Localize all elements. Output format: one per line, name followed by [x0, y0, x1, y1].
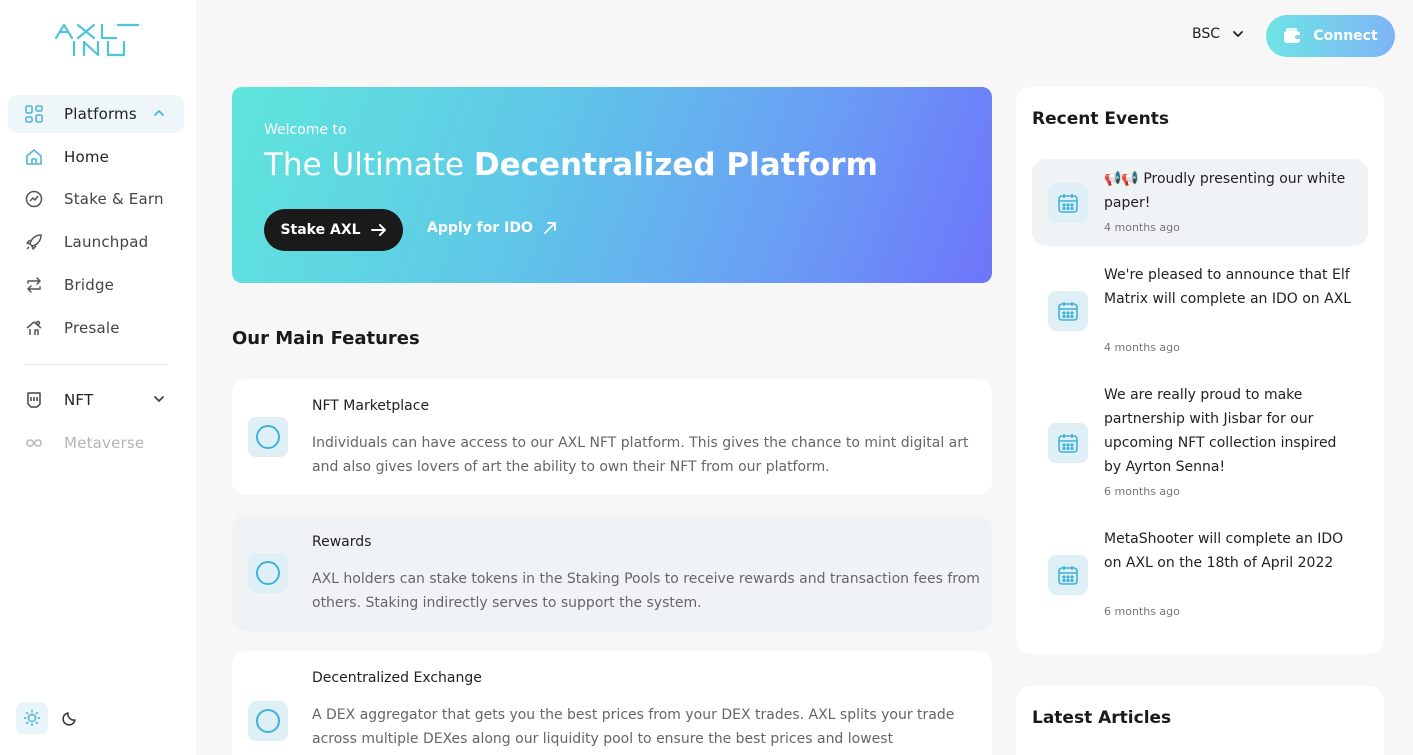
feature-card-rewards[interactable]: Rewards AXL holders can stake tokens in …: [232, 515, 992, 631]
dark-mode-button[interactable]: [54, 702, 86, 734]
feature-title: Decentralized Exchange: [312, 670, 482, 686]
sidebar-divider: [24, 364, 168, 365]
event-text: 📢📢 Proudly presenting our white paper!: [1104, 171, 1346, 211]
sidebar-item-metaverse[interactable]: Metaverse: [8, 424, 184, 462]
infinity-icon: [24, 433, 44, 453]
circle-icon: [256, 561, 280, 585]
hero-welcome: Welcome to: [264, 122, 347, 138]
latest-articles-panel: Latest Articles: [1016, 686, 1384, 755]
event-item[interactable]: We're pleased to announce that Elf Matri…: [1032, 255, 1368, 365]
circle-icon: [256, 709, 280, 733]
connect-wallet-button[interactable]: Connect: [1266, 15, 1395, 57]
sidebar-item-bridge[interactable]: Bridge: [8, 266, 184, 304]
event-time: 6 months ago: [1104, 605, 1180, 618]
event-text: We are really proud to make partnership …: [1104, 387, 1337, 475]
grid-icon: [24, 104, 44, 124]
sidebar-item-label: Metaverse: [64, 434, 145, 452]
theme-toggle: [16, 702, 86, 734]
articles-title: Latest Articles: [1032, 708, 1172, 728]
calendar-icon: [1048, 291, 1088, 331]
events-title: Recent Events: [1032, 109, 1169, 129]
hero-banner: Welcome to The Ultimate Decentralized Pl…: [232, 87, 992, 283]
hero-headline: The Ultimate Decentralized Platform: [264, 147, 878, 183]
apply-ido-link[interactable]: Apply for IDO: [427, 220, 557, 236]
event-text: MetaShooter will complete an IDO on AXL …: [1104, 531, 1344, 571]
event-time: 6 months ago: [1104, 485, 1180, 498]
feature-description: A DEX aggregator that gets you the best …: [312, 707, 955, 747]
feature-icon: [248, 701, 288, 741]
sidebar-item-label: Bridge: [64, 276, 115, 294]
moon-icon: [62, 712, 76, 726]
event-text: We're pleased to announce that Elf Matri…: [1104, 267, 1352, 307]
chart-icon: [24, 189, 44, 209]
sidebar-item-platforms[interactable]: Platforms: [8, 95, 184, 133]
swap-icon: [24, 275, 44, 295]
nft-icon: [24, 390, 44, 410]
recent-events-panel: Recent Events 📢📢 Proudly presenting our …: [1016, 87, 1384, 654]
chevron-up-icon[interactable]: [152, 106, 166, 120]
stake-axl-button[interactable]: Stake AXL: [264, 209, 403, 251]
feature-card-nft-marketplace[interactable]: NFT Marketplace Individuals can have acc…: [232, 379, 992, 495]
sidebar-item-label: Platforms: [64, 105, 137, 123]
sidebar-item-home[interactable]: Home: [8, 138, 184, 176]
event-item[interactable]: 📢📢 Proudly presenting our white paper! 4…: [1032, 159, 1368, 246]
sidebar-item-launchpad[interactable]: Launchpad: [8, 223, 184, 261]
feature-card-dex[interactable]: Decentralized Exchange A DEX aggregator …: [232, 651, 992, 755]
event-time: 4 months ago: [1104, 221, 1180, 234]
light-mode-button[interactable]: [16, 702, 48, 734]
sidebar-item-label: Launchpad: [64, 233, 149, 251]
sidebar-item-label: Home: [64, 148, 110, 166]
arrow-up-right-icon: [544, 222, 556, 234]
feature-icon: [248, 417, 288, 457]
sidebar-item-label: Stake & Earn: [64, 190, 164, 208]
chain-label: BSC: [1192, 26, 1221, 42]
event-time: 4 months ago: [1104, 341, 1180, 354]
feature-title: Rewards: [312, 534, 372, 550]
wallet-icon: [1284, 28, 1303, 43]
arrow-right-icon: [370, 224, 386, 236]
feature-description: Individuals can have access to our AXL N…: [312, 435, 969, 475]
sidebar-item-label: Presale: [64, 319, 120, 337]
calendar-icon: [1048, 423, 1088, 463]
sidebar-item-presale[interactable]: Presale: [8, 309, 184, 347]
presale-icon: [24, 318, 44, 338]
connect-label: Connect: [1313, 28, 1378, 44]
features-title: Our Main Features: [232, 328, 420, 349]
chevron-down-icon[interactable]: [152, 392, 166, 406]
stake-label: Stake AXL: [280, 222, 361, 238]
sidebar-item-label: NFT: [64, 391, 94, 409]
circle-icon: [256, 425, 280, 449]
axl-inu-logo[interactable]: [54, 22, 140, 58]
rocket-icon: [24, 232, 44, 252]
ido-label: Apply for IDO: [427, 220, 533, 236]
sidebar-item-nft[interactable]: NFT: [8, 381, 184, 419]
chevron-down-icon: [1233, 31, 1243, 38]
event-item[interactable]: MetaShooter will complete an IDO on AXL …: [1032, 519, 1368, 631]
feature-title: NFT Marketplace: [312, 398, 430, 414]
calendar-icon: [1048, 183, 1088, 223]
sidebar: Platforms Home Stake & Earn Launchpad Br…: [0, 0, 196, 755]
home-icon: [24, 147, 44, 167]
sun-icon: [23, 709, 41, 727]
chain-selector[interactable]: BSC: [1192, 26, 1244, 42]
feature-description: AXL holders can stake tokens in the Stak…: [312, 571, 980, 611]
sidebar-item-stake-earn[interactable]: Stake & Earn: [8, 180, 184, 218]
calendar-icon: [1048, 555, 1088, 595]
feature-icon: [248, 553, 288, 593]
event-item[interactable]: We are really proud to make partnership …: [1032, 375, 1368, 509]
